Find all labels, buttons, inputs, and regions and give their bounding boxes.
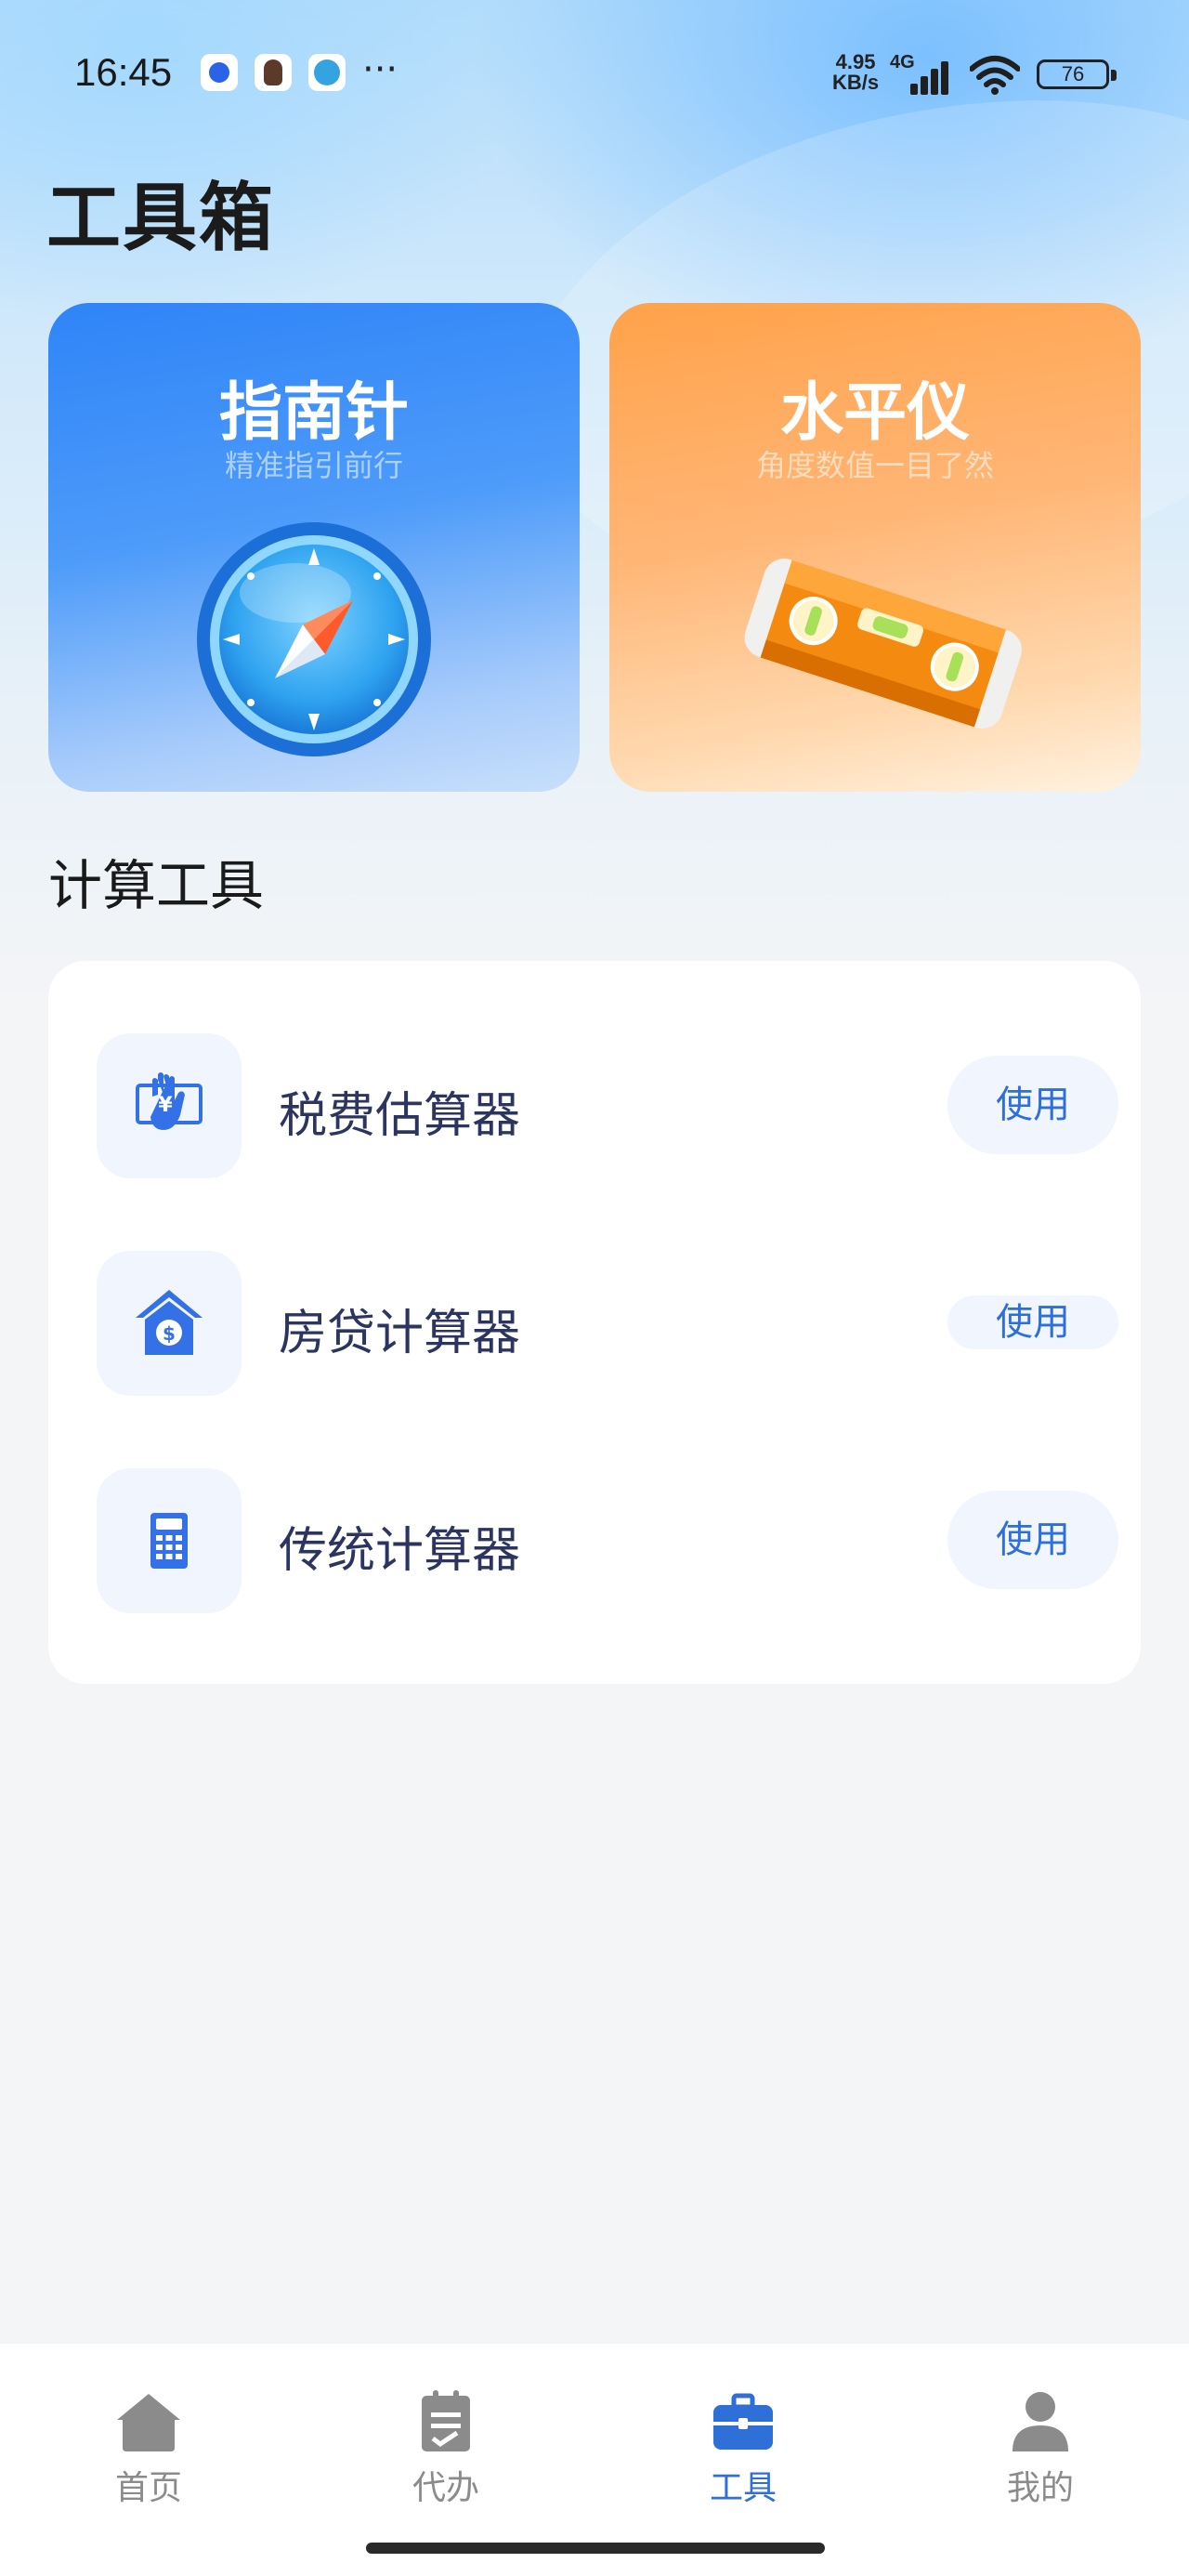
tab-todo-label: 代办	[412, 2469, 479, 2507]
list-item-mortgage-calculator[interactable]: $ 房贷计算器 使用	[48, 1251, 1141, 1400]
network-speed-unit: KB/s	[832, 71, 880, 94]
status-time: 16:45	[74, 50, 173, 94]
home-indicator[interactable]	[366, 2543, 825, 2554]
mortgage-calculator-use-button[interactable]: 使用	[947, 1295, 1118, 1349]
wifi-icon	[970, 56, 1020, 95]
tab-tools[interactable]: 工具	[594, 2344, 892, 2530]
user-icon	[1013, 2392, 1068, 2451]
tab-todo[interactable]: 代办	[297, 2344, 594, 2530]
clipboard-icon	[422, 2390, 470, 2451]
mortgage-calculator-label: 房贷计算器	[279, 1306, 521, 1361]
section-title: 计算工具	[48, 854, 265, 917]
network-speed: 4.95 KB/s	[832, 52, 879, 93]
standard-calculator-label: 传统计算器	[279, 1523, 521, 1579]
compass-card[interactable]: 指南针 精准指引前行	[48, 303, 580, 792]
svg-text:$: $	[163, 1322, 176, 1345]
tax-calculator-icon: ¥	[136, 1072, 203, 1130]
message-app-icon	[201, 54, 238, 91]
tax-calculator-icon-box: ¥	[97, 1033, 242, 1178]
compass-icon	[197, 522, 431, 756]
toolbox-icon	[713, 2393, 773, 2450]
battery-icon: 76	[1037, 59, 1117, 89]
tax-calculator-use-button[interactable]: 使用	[947, 1056, 1118, 1154]
compass-card-title: 指南针	[218, 376, 409, 450]
calculator-tools-list: ¥ 税费估算器 使用 $ 房贷计算器 使用 传统计算器 使用	[48, 961, 1141, 1684]
avatar-app-icon	[255, 54, 292, 91]
home-icon	[117, 2394, 180, 2451]
spirit-level-card-subtitle: 角度数值一目了然	[755, 448, 994, 483]
standard-calculator-use-button[interactable]: 使用	[947, 1491, 1118, 1589]
telegram-icon	[308, 54, 346, 91]
network-speed-value: 4.95	[835, 50, 876, 73]
tab-profile-label: 我的	[1006, 2469, 1074, 2507]
battery-level: 76	[1061, 62, 1085, 85]
tab-tools-label: 工具	[709, 2469, 777, 2507]
status-bar: 16:45 ··· 4.95 KB/s 4G 76	[0, 0, 1189, 149]
signal-icon	[910, 58, 957, 95]
mortgage-house-icon: $	[136, 1290, 203, 1355]
tab-home[interactable]: 首页	[0, 2344, 297, 2530]
compass-card-subtitle: 精准指引前行	[224, 448, 403, 483]
spirit-level-icon	[744, 559, 1022, 729]
list-item-tax-calculator[interactable]: ¥ 税费估算器 使用	[48, 1033, 1141, 1182]
bottom-tab-bar: 首页 代办 工具 我的	[0, 2344, 1189, 2576]
tax-calculator-label: 税费估算器	[279, 1088, 521, 1144]
spirit-level-card-title: 水平仪	[779, 376, 970, 450]
more-notifications-icon: ···	[362, 48, 399, 91]
list-item-standard-calculator[interactable]: 传统计算器 使用	[48, 1468, 1141, 1617]
calculator-icon	[150, 1513, 188, 1569]
tab-home-label: 首页	[114, 2469, 182, 2507]
mortgage-calculator-icon-box: $	[97, 1251, 242, 1396]
standard-calculator-icon-box	[97, 1468, 242, 1613]
spirit-level-card[interactable]: 水平仪 角度数值一目了然	[609, 303, 1141, 792]
tab-profile[interactable]: 我的	[892, 2344, 1189, 2530]
svg-text:¥: ¥	[158, 1094, 173, 1117]
page-title: 工具箱	[46, 175, 275, 261]
